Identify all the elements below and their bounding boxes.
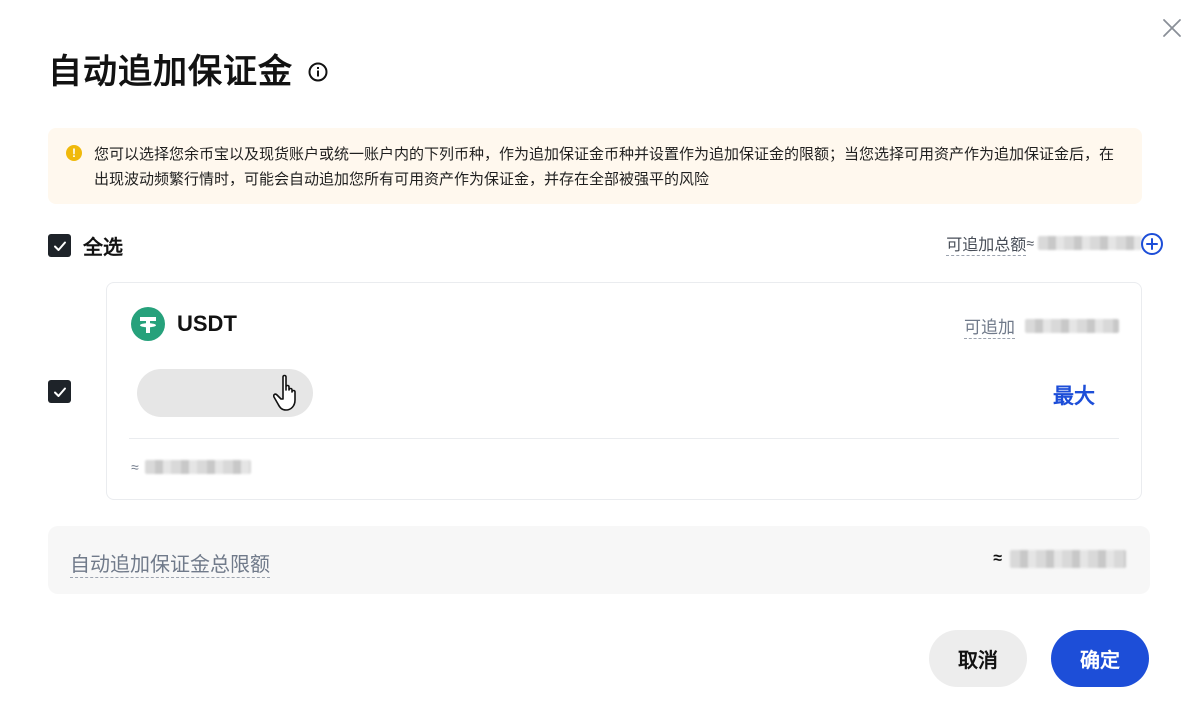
converted-value-masked — [144, 460, 251, 474]
total-limit-box: 自动追加保证金总限额 ≈ — [48, 526, 1150, 594]
amount-input[interactable] — [137, 369, 313, 417]
asset-row-checkbox-wrap[interactable] — [48, 380, 71, 403]
converted-approx: ≈ — [131, 459, 139, 475]
total-addable-approx: ≈ — [1026, 235, 1034, 251]
total-limit-value-masked — [1010, 550, 1126, 568]
asset-card-usdt: USDT 可追加 最大 ≈ — [106, 282, 1142, 500]
dialog-title: 自动追加保证金 — [48, 53, 293, 91]
info-icon[interactable] — [307, 61, 329, 83]
total-addable-label[interactable]: 可追加总额 — [946, 231, 1027, 256]
converted-value: ≈ — [131, 459, 251, 475]
plus-circle-icon[interactable] — [1140, 232, 1164, 256]
close-button[interactable] — [1160, 16, 1184, 40]
total-limit-value: ≈ — [993, 550, 1126, 568]
available-amount: 可追加 — [964, 313, 1119, 339]
check-icon — [53, 241, 66, 251]
check-icon — [53, 387, 66, 397]
tether-logo-icon — [131, 307, 165, 341]
warning-icon: ! — [66, 145, 82, 161]
card-divider — [129, 438, 1119, 439]
total-addable-value-masked — [1038, 236, 1142, 250]
select-all[interactable]: 全选 — [48, 231, 123, 260]
select-all-checkbox[interactable] — [48, 234, 71, 257]
alert-text: 您可以选择您余币宝以及现货账户或统一账户内的下列币种，作为追加保证金币种并设置作… — [94, 146, 1115, 188]
cancel-button[interactable]: 取消 — [929, 630, 1027, 687]
max-button[interactable]: 最大 — [1053, 380, 1095, 410]
confirm-button[interactable]: 确定 — [1051, 630, 1149, 687]
total-limit-approx: ≈ — [993, 550, 1002, 567]
select-all-label: 全选 — [83, 237, 123, 259]
close-icon — [1163, 19, 1181, 37]
total-addable: 可追加总额 ≈ — [946, 230, 1142, 256]
total-limit-label[interactable]: 自动追加保证金总限额 — [70, 548, 270, 578]
available-label[interactable]: 可追加 — [964, 313, 1015, 339]
coin-info: USDT — [131, 307, 237, 341]
coin-name: USDT — [177, 311, 237, 336]
available-value-masked — [1025, 319, 1119, 333]
dialog-header: 自动追加保证金 — [48, 50, 329, 94]
asset-checkbox-usdt[interactable] — [48, 380, 71, 403]
risk-alert: ! 您可以选择您余币宝以及现货账户或统一账户内的下列币种，作为追加保证金币种并设… — [48, 128, 1142, 204]
